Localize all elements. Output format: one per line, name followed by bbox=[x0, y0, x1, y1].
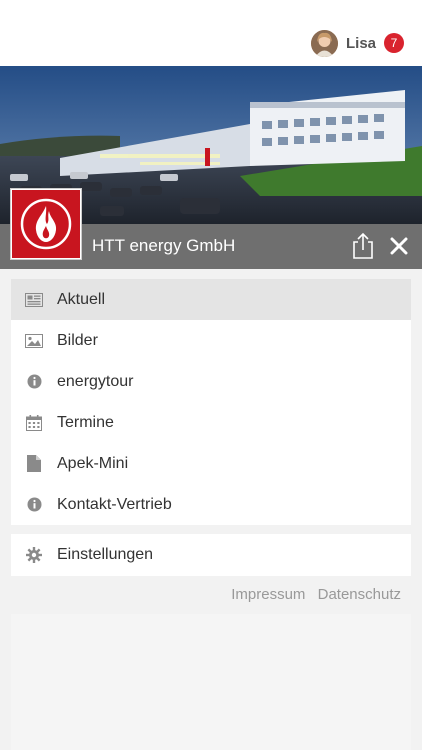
menu-item-label: Aktuell bbox=[57, 290, 106, 308]
menu-item-label: Bilder bbox=[57, 331, 98, 349]
menu-item-label: energytour bbox=[57, 372, 134, 390]
close-icon[interactable] bbox=[386, 232, 412, 260]
menu-item-energytour[interactable]: energytour bbox=[11, 361, 411, 402]
content-placeholder bbox=[11, 614, 411, 750]
company-name: HTT energy GmbH bbox=[92, 236, 236, 255]
impressum-link[interactable]: Impressum bbox=[231, 586, 305, 603]
menu-item-label: Einstellungen bbox=[57, 546, 154, 563]
user-name[interactable]: Lisa bbox=[346, 35, 376, 52]
calendar-icon bbox=[25, 414, 43, 432]
document-icon bbox=[25, 455, 43, 473]
footer-links: Impressum Datenschutz bbox=[223, 586, 401, 603]
flame-logo-icon bbox=[12, 190, 80, 258]
info-icon bbox=[25, 373, 43, 391]
datenschutz-link[interactable]: Datenschutz bbox=[318, 586, 401, 603]
company-logo bbox=[10, 188, 82, 260]
notification-badge[interactable]: 7 bbox=[384, 33, 404, 53]
menu-item-label: Kontakt-Vertrieb bbox=[57, 495, 172, 513]
menu-item-termine[interactable]: Termine bbox=[11, 402, 411, 443]
menu-item-apek-mini[interactable]: Apek-Mini bbox=[11, 443, 411, 484]
newspaper-icon bbox=[25, 291, 43, 309]
menu-item-label: Apek-Mini bbox=[57, 454, 129, 472]
top-bar: Lisa 7 bbox=[0, 0, 422, 67]
gear-icon bbox=[25, 546, 43, 564]
info-icon bbox=[25, 496, 43, 514]
user-profile[interactable]: Lisa 7 bbox=[310, 28, 404, 58]
menu-item-einstellungen[interactable]: Einstellungen bbox=[11, 534, 411, 576]
menu-item-label: Termine bbox=[57, 413, 114, 431]
avatar[interactable] bbox=[310, 29, 338, 57]
share-icon[interactable] bbox=[350, 232, 376, 260]
image-icon bbox=[25, 332, 43, 350]
menu-item-bilder[interactable]: Bilder bbox=[11, 320, 411, 361]
menu-item-kontakt-vertrieb[interactable]: Kontakt-Vertrieb bbox=[11, 484, 411, 525]
menu-item-aktuell[interactable]: Aktuell bbox=[11, 279, 411, 320]
main-menu: Aktuell Bilder energytour Termine Apek-M… bbox=[11, 279, 411, 525]
